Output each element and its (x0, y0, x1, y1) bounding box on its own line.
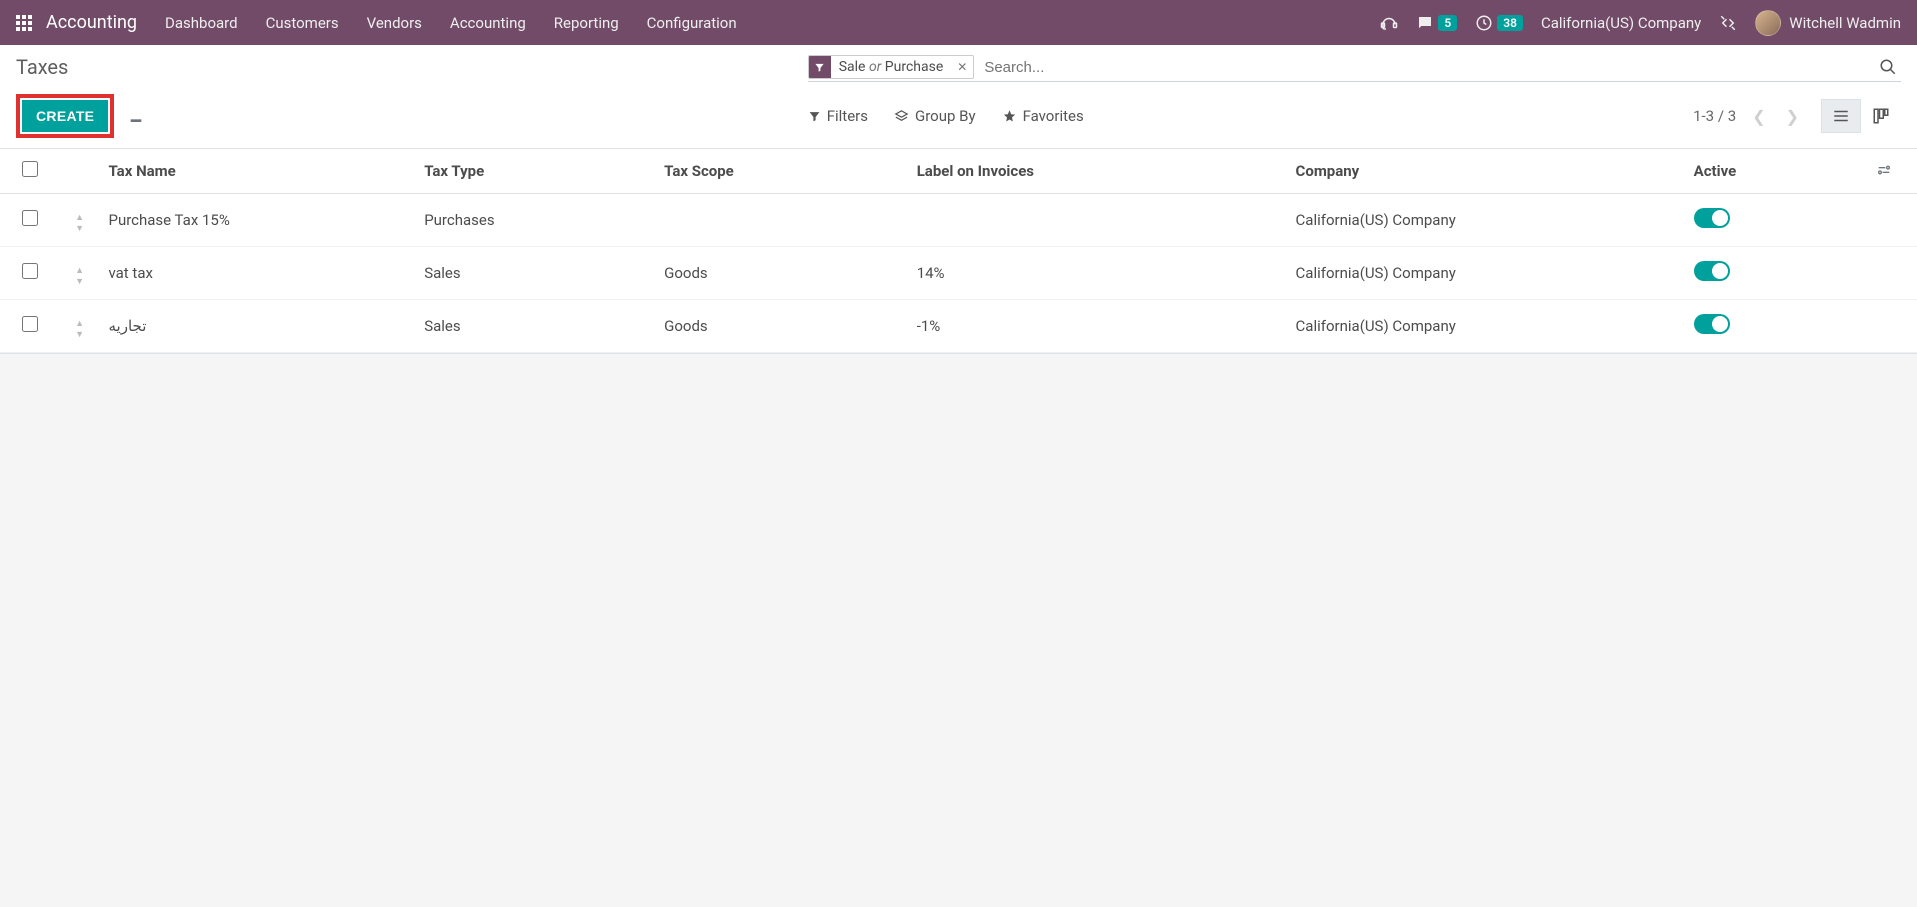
search-input[interactable] (980, 57, 1875, 78)
menu-reporting[interactable]: Reporting (554, 14, 619, 32)
view-switcher (1821, 99, 1901, 133)
search-icon[interactable] (1875, 58, 1901, 76)
drag-handle-icon[interactable]: ▲▼ (75, 318, 84, 340)
cell-label (907, 194, 1286, 247)
groupby-button[interactable]: Group By (894, 107, 976, 125)
drag-handle-icon[interactable]: ▲▼ (75, 212, 84, 234)
kanban-view-button[interactable] (1861, 99, 1901, 133)
menu-dashboard[interactable]: Dashboard (165, 14, 238, 32)
filters-button[interactable]: Filters (808, 107, 868, 125)
active-toggle[interactable] (1694, 314, 1730, 334)
row-checkbox[interactable] (22, 263, 38, 279)
col-tax-name[interactable]: Tax Name (98, 149, 414, 194)
messages-badge: 5 (1438, 15, 1457, 31)
active-toggle[interactable] (1694, 208, 1730, 228)
developer-tools-icon[interactable] (1719, 14, 1737, 32)
remove-facet-icon[interactable]: ✕ (951, 60, 973, 74)
taxes-table: Tax Name Tax Type Tax Scope Label on Inv… (0, 149, 1917, 354)
col-tax-type[interactable]: Tax Type (414, 149, 654, 194)
apps-icon[interactable] (16, 15, 32, 31)
cell-tax-type: Sales (414, 247, 654, 300)
row-checkbox[interactable] (22, 210, 38, 226)
menu-accounting[interactable]: Accounting (450, 14, 526, 32)
cell-company: California(US) Company (1286, 194, 1690, 247)
active-toggle[interactable] (1694, 261, 1730, 281)
col-company[interactable]: Company (1286, 149, 1690, 194)
avatar (1755, 10, 1781, 36)
nav-right: 5 38 California(US) Company Witchell Wad… (1380, 10, 1901, 36)
table-row[interactable]: ▲▼ تجاريه Sales Goods -1% California(US)… (0, 300, 1917, 353)
search-facet: Sale or Purchase ✕ (808, 55, 975, 79)
cell-company: California(US) Company (1286, 247, 1690, 300)
main-menu: Dashboard Customers Vendors Accounting R… (165, 14, 737, 32)
table-row[interactable]: ▲▼ vat tax Sales Goods 14% California(US… (0, 247, 1917, 300)
cell-tax-type: Sales (414, 300, 654, 353)
search-bar: Sale or Purchase ✕ (808, 55, 1901, 82)
col-active[interactable]: Active (1690, 149, 1867, 194)
table-header-row: Tax Name Tax Type Tax Scope Label on Inv… (0, 149, 1917, 194)
cell-tax-name: vat tax (98, 247, 414, 300)
cell-tax-scope (654, 194, 907, 247)
filter-icon (809, 56, 831, 78)
table-row[interactable]: ▲▼ Purchase Tax 15% Purchases California… (0, 194, 1917, 247)
cell-company: California(US) Company (1286, 300, 1690, 353)
cell-tax-scope: Goods (654, 300, 907, 353)
cell-label: 14% (907, 247, 1286, 300)
voip-icon[interactable] (1380, 14, 1398, 32)
activities-badge: 38 (1497, 15, 1523, 31)
activities-icon[interactable]: 38 (1475, 14, 1523, 32)
pager-prev-icon[interactable]: ❮ (1748, 103, 1769, 130)
create-button[interactable]: CREATE (22, 100, 108, 132)
app-title[interactable]: Accounting (46, 12, 137, 33)
row-checkbox[interactable] (22, 316, 38, 332)
pager: 1-3 / 3 ❮ ❯ (1693, 103, 1803, 130)
list-view-button[interactable] (1821, 99, 1861, 133)
import-icon[interactable] (128, 108, 144, 124)
cell-tax-type: Purchases (414, 194, 654, 247)
user-menu[interactable]: Witchell Wadmin (1755, 10, 1901, 36)
col-label-inv[interactable]: Label on Invoices (907, 149, 1286, 194)
breadcrumb: Taxes (16, 55, 68, 79)
company-switcher[interactable]: California(US) Company (1541, 14, 1701, 32)
menu-configuration[interactable]: Configuration (647, 14, 737, 32)
top-nav: Accounting Dashboard Customers Vendors A… (0, 0, 1917, 45)
cell-label: -1% (907, 300, 1286, 353)
menu-vendors[interactable]: Vendors (367, 14, 422, 32)
facet-text: Sale or Purchase (831, 59, 952, 75)
search-options: Filters Group By Favorites (808, 107, 1084, 125)
user-name: Witchell Wadmin (1789, 14, 1901, 32)
optional-columns-icon[interactable] (1866, 149, 1917, 194)
pager-range[interactable]: 1-3 / 3 (1693, 107, 1736, 125)
col-tax-scope[interactable]: Tax Scope (654, 149, 907, 194)
menu-customers[interactable]: Customers (266, 14, 339, 32)
drag-handle-icon[interactable]: ▲▼ (75, 265, 84, 287)
cell-tax-scope: Goods (654, 247, 907, 300)
control-panel: Taxes Sale or Purchase ✕ CREATE (0, 45, 1917, 149)
pager-next-icon[interactable]: ❯ (1782, 103, 1803, 130)
favorites-button[interactable]: Favorites (1002, 107, 1084, 125)
messages-icon[interactable]: 5 (1416, 14, 1457, 32)
select-all-checkbox[interactable] (22, 161, 38, 177)
highlight-box: CREATE (16, 94, 114, 138)
cell-tax-name: تجاريه (98, 300, 414, 353)
cell-tax-name: Purchase Tax 15% (98, 194, 414, 247)
